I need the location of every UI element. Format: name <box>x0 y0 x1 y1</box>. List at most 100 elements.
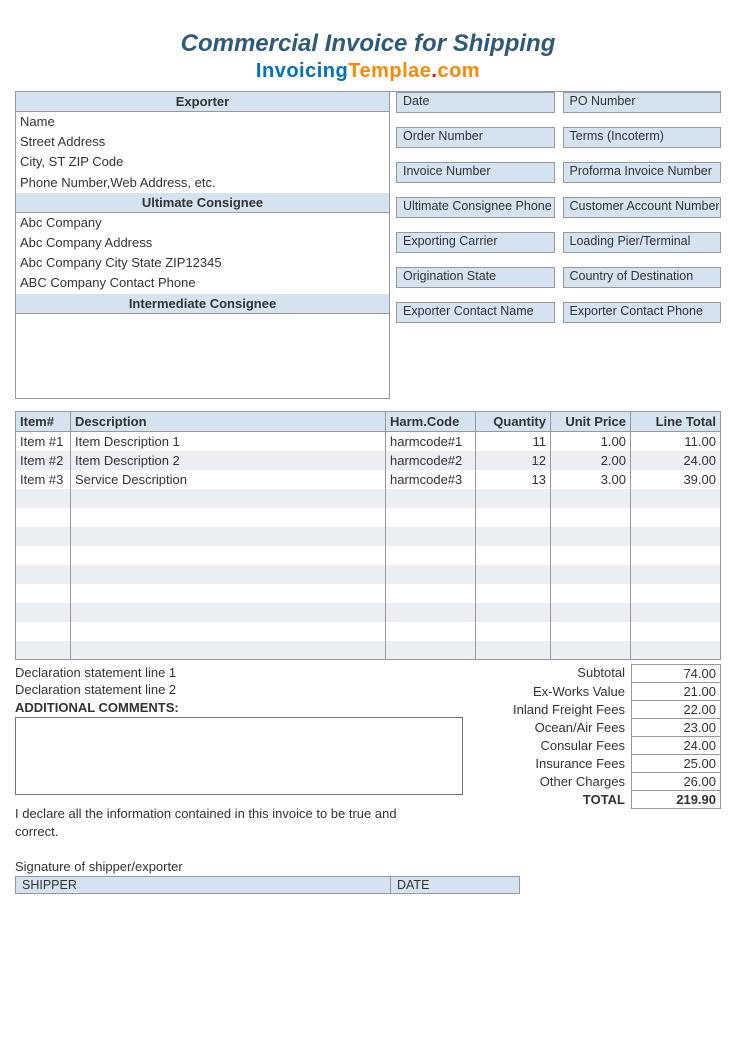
totals-row: Subtotal74.00 <box>471 664 721 683</box>
field-label: Loading Pier/Terminal <box>563 232 722 253</box>
totals-value: 219.90 <box>631 791 721 809</box>
exporter-heading: Exporter <box>16 92 389 112</box>
exporter-street: Street Address <box>16 132 389 152</box>
cell-harm <box>386 584 476 603</box>
field-label: Country of Destination <box>563 267 722 288</box>
cell-harm: harmcode#2 <box>386 451 476 470</box>
cell-item: Item #2 <box>16 451 71 470</box>
cell-harm <box>386 565 476 584</box>
totals-label: Inland Freight Fees <box>471 701 631 719</box>
items-header-row: Item# Description Harm.Code Quantity Uni… <box>16 411 721 431</box>
cell-qty <box>476 546 551 565</box>
totals-row: TOTAL219.90 <box>471 791 721 809</box>
cell-price <box>551 603 631 622</box>
cell-desc <box>71 622 386 641</box>
field-label: Terms (Incoterm) <box>563 127 722 148</box>
cell-item <box>16 489 71 508</box>
cell-desc <box>71 584 386 603</box>
table-row <box>16 565 721 584</box>
table-row: Item #3Service Descriptionharmcode#3133.… <box>16 470 721 489</box>
cell-price <box>551 489 631 508</box>
field-label: Proforma Invoice Number <box>563 162 722 183</box>
cell-desc <box>71 603 386 622</box>
page-title: Commercial Invoice for Shipping <box>15 30 721 58</box>
cell-total <box>631 527 721 546</box>
footer-left: Declaration statement line 1 Declaration… <box>15 664 471 841</box>
cell-price <box>551 622 631 641</box>
cell-desc <box>71 641 386 660</box>
cell-item <box>16 508 71 527</box>
totals-label: Subtotal <box>471 664 631 683</box>
cell-qty <box>476 622 551 641</box>
cell-harm <box>386 641 476 660</box>
cell-price <box>551 565 631 584</box>
totals-value: 26.00 <box>631 773 721 791</box>
cell-item <box>16 546 71 565</box>
field-label: Exporting Carrier <box>396 232 555 253</box>
col-price: Unit Price <box>551 411 631 431</box>
cell-desc <box>71 527 386 546</box>
declaration-text: I declare all the information contained … <box>15 805 435 841</box>
cell-item: Item #3 <box>16 470 71 489</box>
ultimate-consignee-heading: Ultimate Consignee <box>16 193 389 213</box>
cell-harm <box>386 622 476 641</box>
totals-row: Consular Fees24.00 <box>471 737 721 755</box>
totals-row: Inland Freight Fees22.00 <box>471 701 721 719</box>
cell-item <box>16 584 71 603</box>
table-row <box>16 584 721 603</box>
items-table: Item# Description Harm.Code Quantity Uni… <box>15 411 721 661</box>
intermediate-consignee-area <box>16 314 389 398</box>
cell-harm <box>386 546 476 565</box>
field-label: Origination State <box>396 267 555 288</box>
cell-total: 24.00 <box>631 451 721 470</box>
totals-label: TOTAL <box>471 791 631 809</box>
field-label: Exporter Contact Name <box>396 302 555 323</box>
cell-total <box>631 508 721 527</box>
additional-comments-box[interactable] <box>15 717 463 795</box>
cell-item <box>16 603 71 622</box>
footer-area: Declaration statement line 1 Declaration… <box>15 664 721 841</box>
cell-price: 3.00 <box>551 470 631 489</box>
totals-value: 23.00 <box>631 719 721 737</box>
cell-desc: Item Description 1 <box>71 431 386 451</box>
cell-qty <box>476 584 551 603</box>
cell-qty <box>476 603 551 622</box>
ultimate-city: Abc Company City State ZIP12345 <box>16 253 389 273</box>
cell-total: 39.00 <box>631 470 721 489</box>
cell-qty <box>476 527 551 546</box>
field-label: Invoice Number <box>396 162 555 183</box>
cell-desc <box>71 489 386 508</box>
cell-qty <box>476 508 551 527</box>
table-row: Item #2Item Description 2harmcode#2122.0… <box>16 451 721 470</box>
field-label: PO Number <box>563 92 722 113</box>
cell-qty: 13 <box>476 470 551 489</box>
totals-row: Ex-Works Value21.00 <box>471 683 721 701</box>
totals-value: 24.00 <box>631 737 721 755</box>
table-row <box>16 489 721 508</box>
exporter-name: Name <box>16 112 389 132</box>
totals-value: 21.00 <box>631 683 721 701</box>
field-label: Ultimate Consignee Phone <box>396 197 555 218</box>
logo: InvoicingTemplae.com <box>15 60 721 83</box>
ultimate-address: Abc Company Address <box>16 233 389 253</box>
table-row <box>16 527 721 546</box>
cell-item <box>16 565 71 584</box>
totals-label: Consular Fees <box>471 737 631 755</box>
cell-desc: Item Description 2 <box>71 451 386 470</box>
totals-label: Ocean/Air Fees <box>471 719 631 737</box>
cell-qty: 12 <box>476 451 551 470</box>
intermediate-consignee-heading: Intermediate Consignee <box>16 294 389 314</box>
cell-desc <box>71 546 386 565</box>
cell-total <box>631 622 721 641</box>
col-qty: Quantity <box>476 411 551 431</box>
cell-price <box>551 508 631 527</box>
cell-qty <box>476 489 551 508</box>
cell-item <box>16 527 71 546</box>
table-row <box>16 622 721 641</box>
field-label: Date <box>396 92 555 113</box>
totals-row: Insurance Fees25.00 <box>471 755 721 773</box>
header: Commercial Invoice for Shipping Invoicin… <box>15 30 721 83</box>
signature-line-label: Signature of shipper/exporter <box>15 859 721 874</box>
exporter-contact: Phone Number,Web Address, etc. <box>16 173 389 193</box>
table-row <box>16 641 721 660</box>
